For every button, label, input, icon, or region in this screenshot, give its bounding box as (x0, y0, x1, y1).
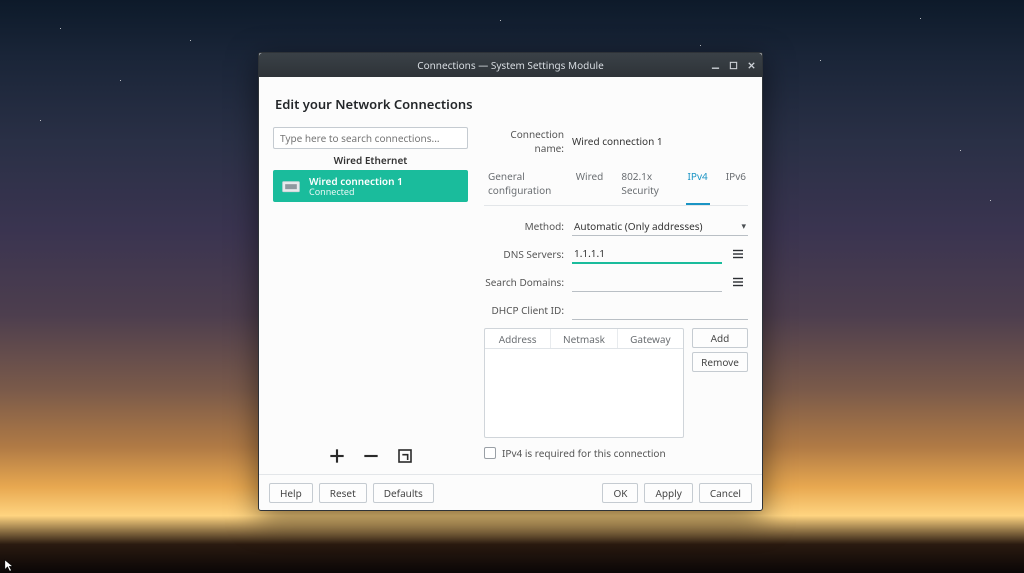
col-address[interactable]: Address (485, 329, 551, 348)
search-domains-label: Search Domains: (484, 275, 564, 289)
tab-ipv4[interactable]: IPv4 (686, 165, 710, 205)
window-title: Connections — System Settings Module (417, 58, 603, 72)
export-connection-button[interactable] (397, 448, 413, 464)
dhcp-client-id-input[interactable] (572, 300, 748, 320)
help-button[interactable]: Help (269, 483, 313, 503)
remove-connection-button[interactable] (363, 448, 379, 464)
titlebar[interactable]: Connections — System Settings Module (259, 53, 762, 77)
dns-label: DNS Servers: (484, 247, 564, 261)
window-controls (708, 53, 758, 77)
dhcp-client-label: DHCP Client ID: (484, 303, 564, 317)
page-heading: Edit your Network Connections (275, 95, 748, 113)
search-domains-input[interactable] (572, 272, 722, 292)
settings-tabs: General configuration Wired 802.1x Secur… (484, 165, 748, 206)
reset-button[interactable]: Reset (319, 483, 367, 503)
cancel-button[interactable]: Cancel (699, 483, 752, 503)
addresses-table[interactable]: Address Netmask Gateway (484, 328, 684, 438)
tab-general[interactable]: General configuration (486, 165, 560, 205)
col-gateway[interactable]: Gateway (618, 329, 683, 348)
dialog-footer: Help Reset Defaults OK Apply Cancel (259, 474, 762, 510)
search-domains-list-button[interactable] (730, 274, 746, 290)
ok-button[interactable]: OK (602, 483, 638, 503)
tab-wired[interactable]: Wired (574, 165, 606, 205)
tab-8021x[interactable]: 802.1x Security (619, 165, 671, 205)
method-value: Automatic (Only addresses) (574, 219, 703, 233)
connection-details: Connection name: Wired connection 1 Gene… (484, 127, 748, 466)
connection-group-header: Wired Ethernet (273, 149, 468, 170)
mouse-cursor-icon (4, 556, 18, 573)
connection-status: Connected (309, 187, 403, 197)
col-netmask[interactable]: Netmask (551, 329, 617, 348)
method-label: Method: (484, 219, 564, 233)
search-connections-input[interactable] (273, 127, 468, 149)
dns-servers-input[interactable] (572, 244, 722, 264)
dns-edit-list-button[interactable] (730, 246, 746, 262)
method-select[interactable]: Automatic (Only addresses) ▾ (572, 216, 748, 236)
tab-ipv6[interactable]: IPv6 (724, 165, 748, 205)
window-body: Edit your Network Connections Wired Ethe… (259, 77, 762, 474)
chevron-down-icon: ▾ (741, 219, 746, 232)
ethernet-icon (281, 178, 301, 194)
remove-address-button[interactable]: Remove (692, 352, 748, 372)
defaults-button[interactable]: Defaults (373, 483, 434, 503)
connection-name-label: Connection name: (484, 127, 564, 155)
minimize-button[interactable] (708, 58, 722, 72)
ipv4-required-label: IPv4 is required for this connection (502, 446, 666, 460)
connections-sidebar: Wired Ethernet Wired connection 1 Connec… (273, 127, 468, 466)
ipv4-required-checkbox[interactable] (484, 447, 496, 459)
maximize-button[interactable] (726, 58, 740, 72)
apply-button[interactable]: Apply (644, 483, 692, 503)
settings-window: Connections — System Settings Module Edi… (258, 52, 763, 511)
add-connection-button[interactable] (329, 448, 345, 464)
add-address-button[interactable]: Add (692, 328, 748, 348)
connection-list-item[interactable]: Wired connection 1 Connected (273, 170, 468, 202)
close-button[interactable] (744, 58, 758, 72)
connection-name-value[interactable]: Wired connection 1 (572, 134, 663, 148)
